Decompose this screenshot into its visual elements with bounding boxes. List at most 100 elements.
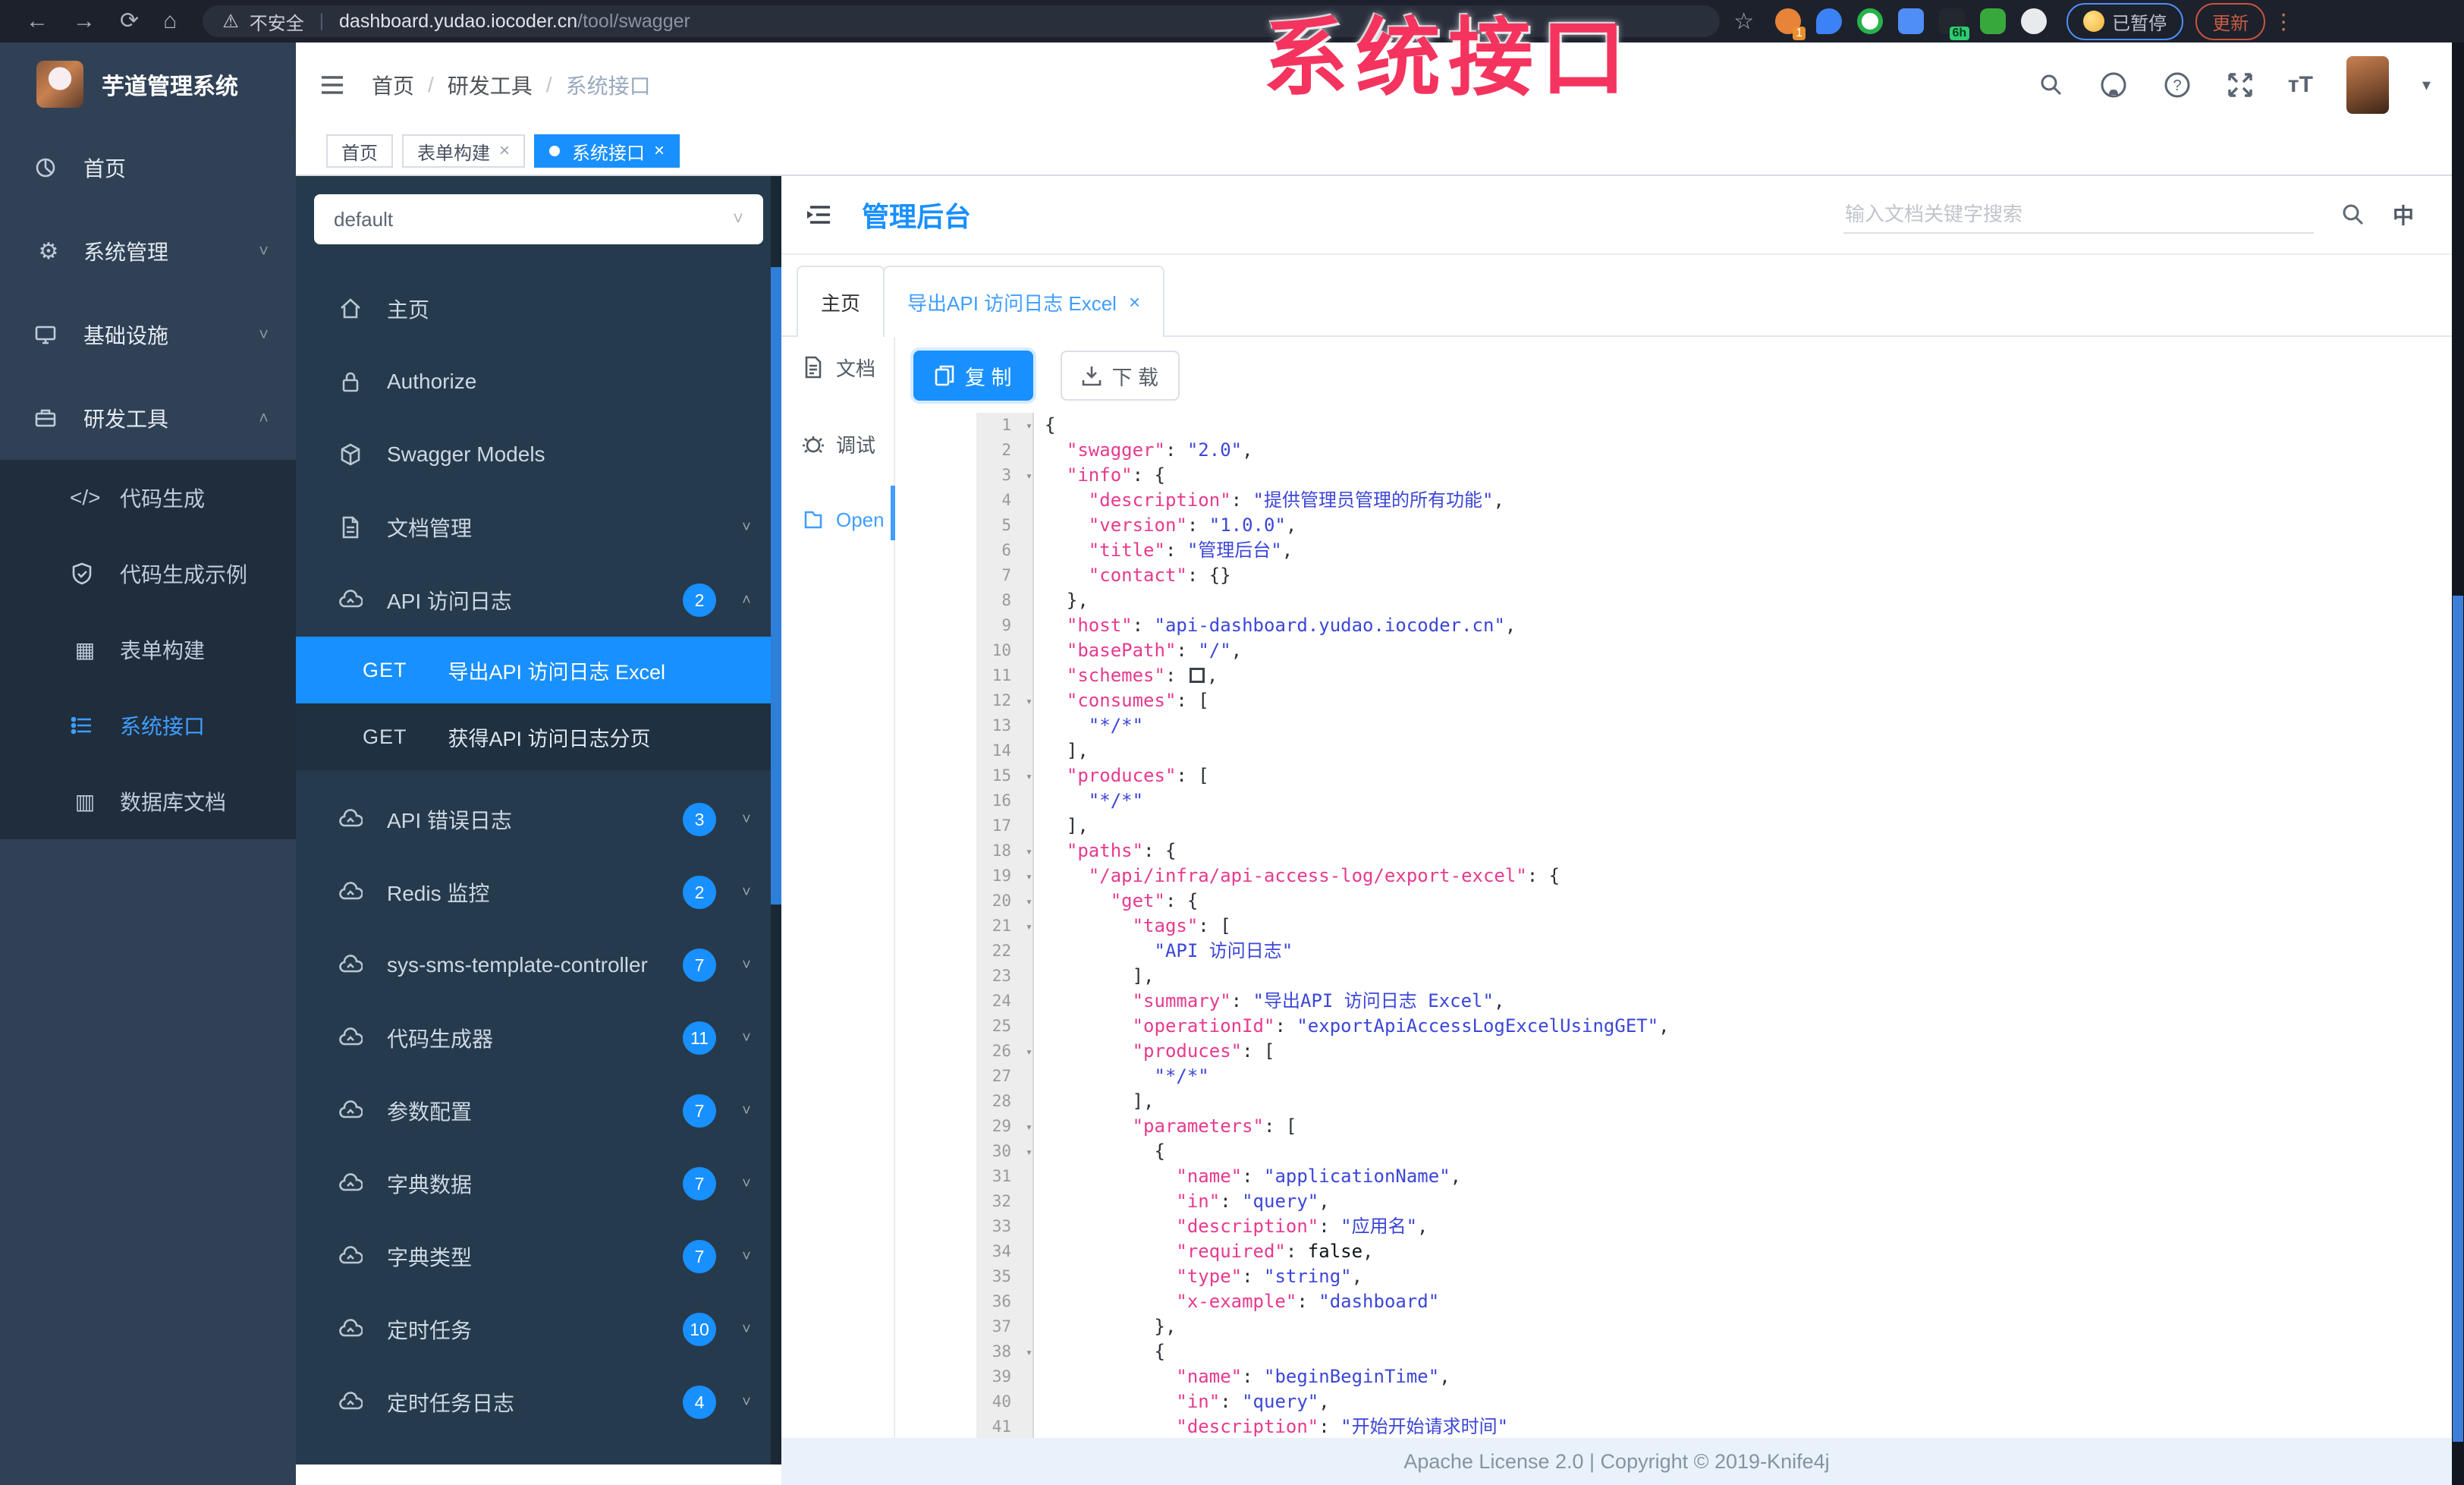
- page-tab-表单构建[interactable]: 表单构建 ×: [402, 134, 526, 168]
- line-number-gutter[interactable]: 7: [976, 563, 1034, 588]
- profile-paused-chip[interactable]: 已暂停: [2066, 2, 2184, 40]
- page-tab-系统接口[interactable]: 系统接口 ×: [534, 134, 680, 168]
- api-nav-item-文档管理[interactable]: 文档管理 ˅: [296, 491, 781, 564]
- browser-home-icon[interactable]: ⌂: [163, 10, 177, 33]
- doc-tab-主页[interactable]: 主页: [797, 266, 885, 337]
- doc-collapse-icon[interactable]: [804, 200, 834, 230]
- line-number-gutter[interactable]: 21 ▾: [976, 914, 1034, 939]
- api-nav-item-主页[interactable]: 主页: [296, 272, 781, 345]
- line-number-gutter[interactable]: 9: [976, 613, 1034, 638]
- code-fold-icon[interactable]: ▾: [1026, 464, 1032, 489]
- line-number-gutter[interactable]: 37: [976, 1314, 1034, 1339]
- browser-update-button[interactable]: 更新: [2195, 2, 2266, 40]
- sidebar-subitem-数据库文档[interactable]: ▥ 数据库文档: [0, 763, 296, 839]
- app-logo-row[interactable]: 芋道管理系统: [0, 42, 296, 126]
- extension-icon-orange[interactable]: 1: [1775, 8, 1806, 40]
- line-number-gutter[interactable]: 3 ▾: [976, 463, 1034, 488]
- line-number-gutter[interactable]: 23: [976, 964, 1034, 989]
- api-nav-item-参数配置[interactable]: 参数配置 7 ˅: [296, 1074, 781, 1147]
- api-nav-item-代码生成器[interactable]: 代码生成器 11 ˅: [296, 1002, 781, 1074]
- line-number-gutter[interactable]: 2: [976, 438, 1034, 463]
- api-sidebar-scroll-thumb[interactable]: [771, 267, 781, 905]
- line-number-gutter[interactable]: 39: [976, 1364, 1034, 1389]
- swagger-json-editor[interactable]: 1 ▾{2 "swagger": "2.0", 3 ▾ "info": {4 "des…: [976, 413, 2452, 1438]
- user-avatar[interactable]: [2346, 56, 2389, 114]
- line-number-gutter[interactable]: 16: [976, 788, 1034, 813]
- breadcrumb-item[interactable]: 研发工具: [448, 70, 533, 100]
- line-number-gutter[interactable]: 27: [976, 1064, 1034, 1089]
- extension-icon-leaf[interactable]: [1980, 8, 2007, 34]
- line-number-gutter[interactable]: 10: [976, 638, 1034, 663]
- api-nav-item-Swagger Models[interactable]: Swagger Models: [296, 418, 781, 491]
- doc-search-icon[interactable]: [2340, 201, 2367, 228]
- sidebar-item-基础设施[interactable]: 基础设施 ˅: [0, 293, 296, 376]
- page-tab-首页[interactable]: 首页: [326, 134, 393, 168]
- line-number-gutter[interactable]: 35: [976, 1264, 1034, 1289]
- sidebar-subitem-代码生成[interactable]: </> 代码生成: [0, 460, 296, 536]
- line-number-gutter[interactable]: 1 ▾: [976, 413, 1034, 438]
- line-number-gutter[interactable]: 28: [976, 1089, 1034, 1114]
- code-fold-icon[interactable]: ▾: [1026, 414, 1032, 439]
- api-nav-item-sys-sms-template-controller[interactable]: sys-sms-template-controller 7 ˅: [296, 929, 781, 1002]
- line-number-gutter[interactable]: 41: [976, 1414, 1034, 1438]
- line-number-gutter[interactable]: 20 ▾: [976, 889, 1034, 914]
- sidebar-subitem-系统接口[interactable]: 系统接口: [0, 687, 296, 763]
- browser-forward-icon[interactable]: →: [73, 10, 96, 33]
- collapsed-array-box[interactable]: [1189, 668, 1205, 683]
- header-search-icon[interactable]: [2038, 71, 2065, 99]
- api-nav-item-Authorize[interactable]: Authorize: [296, 345, 781, 418]
- line-number-gutter[interactable]: 24: [976, 989, 1034, 1014]
- line-number-gutter[interactable]: 14: [976, 738, 1034, 763]
- api-nav-item-API 错误日志[interactable]: API 错误日志 3 ˅: [296, 783, 781, 856]
- breadcrumb-item[interactable]: 首页: [372, 70, 414, 100]
- language-toggle[interactable]: 中: [2393, 200, 2414, 230]
- code-fold-icon[interactable]: ▾: [1026, 1040, 1032, 1065]
- extension-icon-dark[interactable]: 6h: [1939, 8, 1970, 40]
- line-number-gutter[interactable]: 15 ▾: [976, 763, 1034, 788]
- security-label[interactable]: 不安全: [250, 8, 304, 35]
- line-number-gutter[interactable]: 22: [976, 939, 1034, 964]
- doc-nav-文档[interactable]: 文档: [781, 343, 894, 392]
- page-scrollbar[interactable]: [2452, 42, 2464, 1485]
- api-operation-导出API 访问日志 Excel[interactable]: GET 导出API 访问日志 Excel: [296, 637, 781, 703]
- fullscreen-icon[interactable]: [2226, 71, 2255, 99]
- line-number-gutter[interactable]: 33: [976, 1214, 1034, 1239]
- line-number-gutter[interactable]: 30 ▾: [976, 1139, 1034, 1164]
- code-fold-icon[interactable]: ▾: [1026, 764, 1032, 789]
- line-number-gutter[interactable]: 26 ▾: [976, 1039, 1034, 1064]
- line-number-gutter[interactable]: 12 ▾: [976, 688, 1034, 713]
- line-number-gutter[interactable]: 36: [976, 1289, 1034, 1314]
- api-group-select[interactable]: default ˅: [314, 194, 763, 244]
- browser-reload-icon[interactable]: ⟳: [120, 10, 139, 33]
- sidebar-collapse-icon[interactable]: [319, 71, 346, 99]
- api-nav-item-定时任务[interactable]: 定时任务 10 ˅: [296, 1293, 781, 1366]
- line-number-gutter[interactable]: 34: [976, 1239, 1034, 1264]
- line-number-gutter[interactable]: 6: [976, 538, 1034, 563]
- browser-menu-icon[interactable]: ⋮: [2273, 9, 2294, 34]
- tab-close-icon[interactable]: ×: [1129, 291, 1140, 314]
- line-number-gutter[interactable]: 17: [976, 813, 1034, 838]
- extension-icon-puzzle[interactable]: [2021, 8, 2048, 34]
- api-nav-item-API 访问日志[interactable]: API 访问日志 2 ˄: [296, 564, 781, 637]
- code-fold-icon[interactable]: ▾: [1026, 839, 1032, 864]
- code-fold-icon[interactable]: ▾: [1026, 1115, 1032, 1140]
- line-number-gutter[interactable]: 11: [976, 663, 1034, 688]
- doc-search-input[interactable]: [1843, 196, 2314, 234]
- line-number-gutter[interactable]: 8: [976, 588, 1034, 613]
- line-number-gutter[interactable]: 32: [976, 1189, 1034, 1214]
- bookmark-star-icon[interactable]: ☆: [1733, 8, 1754, 35]
- code-fold-icon[interactable]: ▾: [1026, 1340, 1032, 1365]
- browser-back-icon[interactable]: ←: [26, 10, 49, 33]
- doc-nav-Open[interactable]: Open: [781, 496, 894, 544]
- api-operation-获得API 访问日志分页[interactable]: GET 获得API 访问日志分页: [296, 703, 781, 770]
- download-button[interactable]: 下 载: [1060, 351, 1180, 401]
- user-menu-caret-icon[interactable]: ▾: [2422, 75, 2431, 95]
- api-nav-item-Redis 监控[interactable]: Redis 监控 2 ˅: [296, 856, 781, 929]
- line-number-gutter[interactable]: 25: [976, 1014, 1034, 1039]
- page-scroll-thumb[interactable]: [2453, 596, 2463, 1442]
- code-fold-icon[interactable]: ▾: [1026, 864, 1032, 889]
- tab-close-icon[interactable]: ×: [654, 140, 665, 162]
- line-number-gutter[interactable]: 38 ▾: [976, 1339, 1034, 1364]
- line-number-gutter[interactable]: 19 ▾: [976, 864, 1034, 889]
- line-number-gutter[interactable]: 31: [976, 1164, 1034, 1189]
